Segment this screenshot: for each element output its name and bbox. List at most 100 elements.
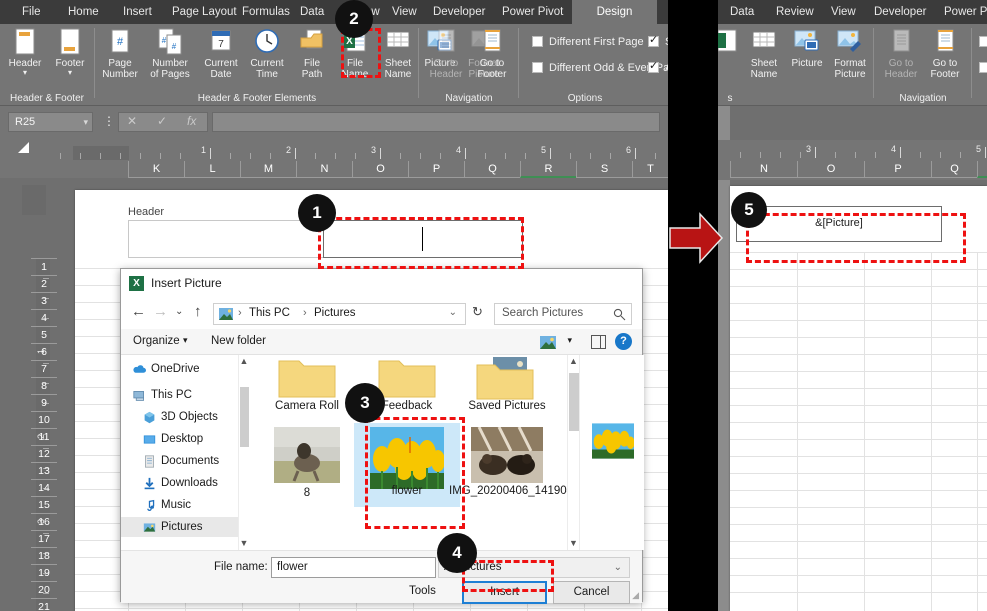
column-header-Q-right[interactable]: Q xyxy=(931,161,977,178)
row-header-7[interactable]: 7 xyxy=(31,360,57,378)
ribbon-button-number-of-pages[interactable]: # # Number of Pages xyxy=(144,27,196,80)
tab-insert[interactable]: Insert xyxy=(115,0,160,24)
kebab-menu-icon[interactable]: ⋮ xyxy=(103,114,115,129)
row-header-17[interactable]: 17 xyxy=(31,530,57,548)
column-header-K[interactable]: K xyxy=(128,161,184,178)
chevron-down-icon[interactable]: ▾ xyxy=(83,113,88,132)
row-header-9[interactable]: 9 xyxy=(31,394,57,412)
cancel-button[interactable]: Cancel xyxy=(553,581,630,604)
chevron-down-icon[interactable]: ⌄ xyxy=(614,558,622,577)
address-bar[interactable]: › This PC › Pictures ⌄ xyxy=(213,303,466,325)
help-icon[interactable]: ? xyxy=(615,333,632,350)
tab-view-right[interactable]: View xyxy=(823,0,864,24)
row-header-21[interactable]: 21 xyxy=(31,598,57,611)
row-header-4[interactable]: 4 xyxy=(31,309,57,327)
arrow-left-icon[interactable]: ← xyxy=(131,303,146,320)
checkbox-different-odd-even-right[interactable]: Differe xyxy=(979,62,987,74)
row-header-20[interactable]: 20 xyxy=(31,581,57,599)
chevron-up-icon[interactable]: ▲ xyxy=(568,356,579,366)
view-chevron-down-icon[interactable]: ▾ xyxy=(567,335,572,346)
chevron-down-icon[interactable]: ▾ xyxy=(48,69,92,77)
row-header-3[interactable]: 3 xyxy=(31,292,57,310)
row-header-12[interactable]: 12 xyxy=(31,445,57,463)
tools-button[interactable]: Tools xyxy=(409,585,436,597)
tab-data[interactable]: Data xyxy=(292,0,332,24)
resize-grip-icon[interactable]: ◢ xyxy=(632,590,639,601)
row-header-10[interactable]: 10 xyxy=(31,411,57,429)
chevron-down-icon[interactable]: ▾ xyxy=(3,69,47,77)
row-header-2[interactable]: 2 xyxy=(31,275,57,293)
breadcrumb-this-pc[interactable]: This PC xyxy=(249,307,290,319)
cancel-x-icon[interactable]: ✕ xyxy=(127,114,137,128)
scrollbar-thumb[interactable] xyxy=(569,373,579,431)
tab-developer-right[interactable]: Developer xyxy=(866,0,934,24)
navpane-scrollbar[interactable]: ▲ ▼ xyxy=(238,355,249,550)
enter-check-icon[interactable]: ✓ xyxy=(157,114,167,128)
search-box[interactable]: Search Pictures xyxy=(494,303,632,325)
arrow-up-icon[interactable]: ↑ xyxy=(194,303,202,320)
tab-design[interactable]: Design xyxy=(572,0,657,24)
ribbon-button-go-to-footer[interactable]: Go to Footer xyxy=(470,27,514,80)
row-header-18[interactable]: 18 xyxy=(31,547,57,565)
file-name-input[interactable]: flower xyxy=(271,557,436,578)
row-header-11[interactable]: 11 xyxy=(31,428,57,446)
list-item-saved-pictures[interactable]: Saved Pictures xyxy=(457,355,557,417)
row-header-1[interactable]: 1 xyxy=(31,258,57,276)
dialog-nav-pane[interactable]: OneDrive This PC 3D Objects Desktop Docu… xyxy=(121,355,238,550)
ribbon-button-sheet-name-right[interactable]: Sheet Name xyxy=(742,27,786,80)
list-item-camera-roll[interactable]: Camera Roll xyxy=(259,355,355,417)
name-box[interactable]: R25 ▾ xyxy=(8,112,93,132)
tab-formulas[interactable]: Formulas xyxy=(234,0,298,24)
column-header-P[interactable]: P xyxy=(408,161,464,178)
fx-icon[interactable]: fx xyxy=(187,114,196,128)
preview-pane-icon[interactable] xyxy=(591,335,606,349)
checkbox-box[interactable] xyxy=(532,36,543,47)
chevron-up-icon[interactable]: ▲ xyxy=(239,356,249,366)
tab-data-right[interactable]: Data xyxy=(722,0,762,24)
row-header-14[interactable]: 14 xyxy=(31,479,57,497)
ribbon-button-current-time[interactable]: Current Time xyxy=(245,27,289,80)
nav-item-music[interactable]: Music xyxy=(121,495,238,515)
nav-item-pictures[interactable]: Pictures xyxy=(121,517,238,537)
refresh-icon[interactable]: ↻ xyxy=(472,304,483,320)
ribbon-button-current-date[interactable]: 7 Current Date xyxy=(199,27,243,80)
checkbox-box[interactable] xyxy=(648,59,659,73)
chevron-down-icon[interactable]: ▼ xyxy=(239,538,249,548)
list-item-8[interactable]: 8 xyxy=(259,427,355,507)
nav-item-downloads[interactable]: Downloads xyxy=(121,473,238,493)
list-item-img[interactable]: IMG_20200406_141904 xyxy=(449,427,573,515)
ribbon-button-sheet-name[interactable]: Sheet Name xyxy=(376,27,420,80)
checkbox-box[interactable] xyxy=(979,62,987,73)
chevron-down-icon[interactable]: ⌄ xyxy=(449,307,457,318)
close-x-icon[interactable]: close-x-icon xyxy=(610,273,634,295)
arrow-right-icon[interactable]: → xyxy=(153,303,168,320)
column-header-R[interactable]: R xyxy=(520,161,576,178)
tab-developer[interactable]: Developer xyxy=(425,0,493,24)
checkbox-align-with-margins[interactable]: A xyxy=(648,59,668,74)
column-header-R-right[interactable] xyxy=(977,161,987,178)
row-header-8[interactable]: 8 xyxy=(31,377,57,395)
column-header-S[interactable]: S xyxy=(576,161,632,178)
nav-item-3d-objects[interactable]: 3D Objects xyxy=(121,407,238,427)
column-header-N[interactable]: N xyxy=(296,161,352,178)
column-header-T[interactable]: T xyxy=(632,161,668,178)
ribbon-button-format-picture-right[interactable]: Format Picture xyxy=(828,27,872,80)
scrollbar-thumb[interactable] xyxy=(240,387,249,447)
checkbox-box[interactable] xyxy=(979,36,987,47)
ribbon-button-header[interactable]: Header ▾ xyxy=(3,27,47,77)
organize-button[interactable]: Organize xyxy=(133,335,180,347)
nav-item-onedrive[interactable]: OneDrive xyxy=(121,359,238,379)
checkbox-different-first-page-right[interactable]: Differe xyxy=(979,36,987,48)
search-input[interactable]: Search Pictures xyxy=(502,307,583,319)
checkbox-scale-with-document[interactable]: Sc xyxy=(648,33,668,48)
view-layout-icon[interactable] xyxy=(540,336,556,349)
tab-power-pivot[interactable]: Power Pivot xyxy=(494,0,571,24)
column-header-L[interactable]: L xyxy=(184,161,240,178)
ribbon-button-page-number[interactable]: # Page Number xyxy=(98,27,142,80)
ribbon-button-picture-right[interactable]: Picture xyxy=(785,27,829,69)
row-header-13[interactable]: 13 xyxy=(31,462,57,480)
column-header-N-right[interactable]: N xyxy=(730,161,797,178)
row-header-16[interactable]: 16 xyxy=(31,513,57,531)
nav-item-desktop[interactable]: Desktop xyxy=(121,429,238,449)
row-header-15[interactable]: 15 xyxy=(31,496,57,514)
